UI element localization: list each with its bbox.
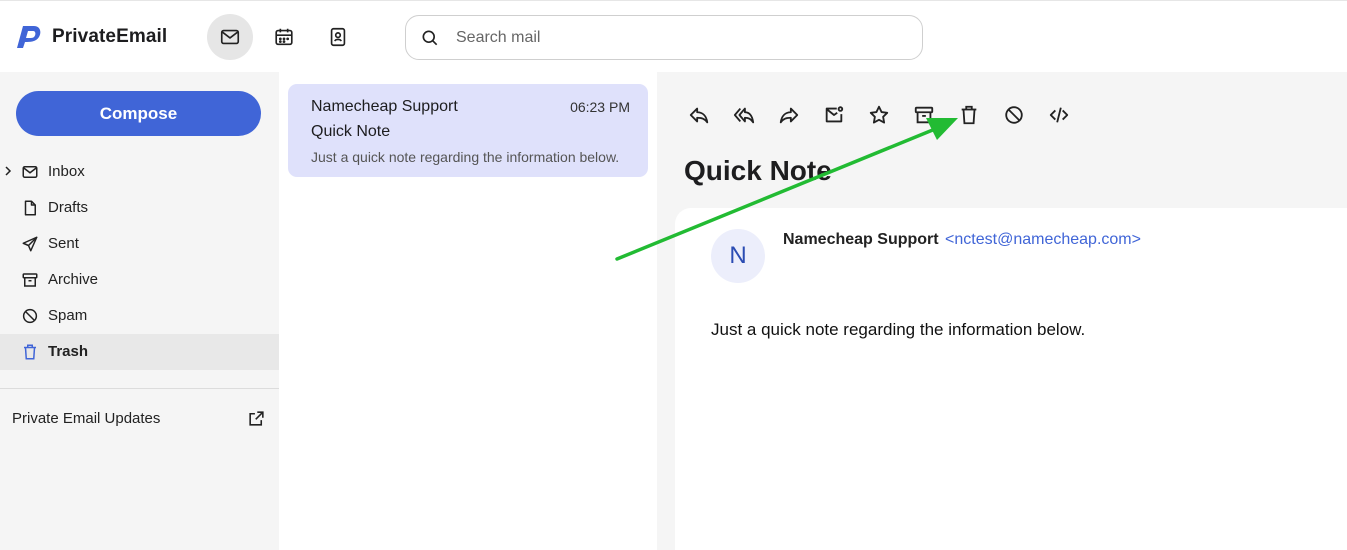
search-bar[interactable] (405, 15, 923, 60)
app-window: PrivateEmail Compose (0, 0, 1347, 550)
sidebar-item-drafts[interactable]: Drafts (0, 190, 279, 226)
mail-app-button[interactable] (207, 14, 253, 60)
message-card: N Namecheap Support <nctest@namecheap.co… (675, 208, 1347, 550)
reply-icon (689, 107, 709, 124)
forward-icon (779, 107, 799, 124)
archive-icon (22, 273, 38, 287)
external-link-icon (249, 411, 264, 426)
forward-button[interactable] (774, 100, 804, 130)
sidebar: Compose Inbox Drafts Sent Archive Spam T… (0, 72, 279, 550)
reply-all-icon (733, 107, 755, 124)
message-from: Namecheap Support <nctest@namecheap.com> (783, 231, 1141, 249)
logo-icon (17, 26, 41, 48)
sidebar-item-label: Spam (48, 307, 88, 324)
star-button[interactable] (864, 100, 894, 130)
brand-name: PrivateEmail (52, 26, 168, 47)
top-bar: PrivateEmail (0, 0, 1347, 72)
sidebar-item-label: Drafts (48, 199, 89, 216)
block-sender-button[interactable] (999, 100, 1029, 130)
block-icon (22, 308, 38, 324)
sidebar-item-sent[interactable]: Sent (0, 226, 279, 262)
archive-icon (914, 106, 934, 124)
brand-logo[interactable]: PrivateEmail (14, 23, 167, 51)
message-subject: Quick Note (311, 123, 391, 140)
mark-unread-icon (825, 106, 844, 123)
mail-icon (220, 29, 240, 45)
archive-button[interactable] (909, 100, 939, 130)
view-source-icon (1049, 107, 1069, 123)
sidebar-item-archive[interactable]: Archive (0, 262, 279, 298)
message-list: Namecheap Support 06:23 PM Quick Note Ju… (279, 72, 657, 550)
message-preview: Just a quick note regarding the informat… (311, 149, 620, 165)
search-input[interactable] (456, 28, 876, 47)
compose-button[interactable]: Compose (16, 91, 261, 136)
reply-all-button[interactable] (729, 100, 759, 130)
from-name: Namecheap Support (783, 231, 939, 248)
contacts-app-button[interactable] (315, 14, 361, 60)
star-icon (869, 105, 889, 124)
mark-unread-button[interactable] (819, 100, 849, 130)
sidebar-item-label: Inbox (48, 163, 85, 180)
file-icon (24, 200, 36, 216)
private-email-updates-link[interactable]: Private Email Updates (0, 401, 279, 437)
delete-icon (961, 105, 977, 125)
reply-button[interactable] (684, 100, 714, 130)
send-icon (22, 236, 38, 252)
message-title: Quick Note (684, 155, 832, 186)
reading-pane: Quick Note N Namecheap Support <nctest@n… (657, 72, 1347, 550)
divider (0, 388, 279, 389)
calendar-icon (275, 28, 293, 46)
delete-button[interactable] (954, 100, 984, 130)
avatar: N (711, 229, 765, 283)
calendar-app-button[interactable] (261, 14, 307, 60)
list-item[interactable]: Namecheap Support 06:23 PM Quick Note Ju… (288, 84, 648, 177)
sidebar-item-label: Archive (48, 271, 99, 288)
sidebar-item-trash[interactable]: Trash (0, 334, 279, 370)
block-sender-icon (1005, 106, 1023, 124)
updates-label: Private Email Updates (12, 410, 161, 427)
envelope-icon (22, 166, 38, 178)
from-email-link[interactable]: <nctest@namecheap.com> (945, 231, 1141, 248)
message-time: 06:23 PM (570, 99, 630, 115)
view-source-button[interactable] (1044, 100, 1074, 130)
trash-icon (24, 344, 36, 360)
sidebar-item-label: Trash (48, 343, 89, 360)
search-icon (422, 30, 438, 45)
message-sender: Namecheap Support (311, 98, 458, 115)
sidebar-item-spam[interactable]: Spam (0, 298, 279, 334)
sidebar-item-label: Sent (48, 235, 79, 252)
message-body: Just a quick note regarding the informat… (711, 320, 1086, 339)
chevron-right-icon[interactable] (2, 165, 14, 177)
contacts-icon (330, 27, 346, 47)
sidebar-item-inbox[interactable]: Inbox (0, 154, 279, 190)
